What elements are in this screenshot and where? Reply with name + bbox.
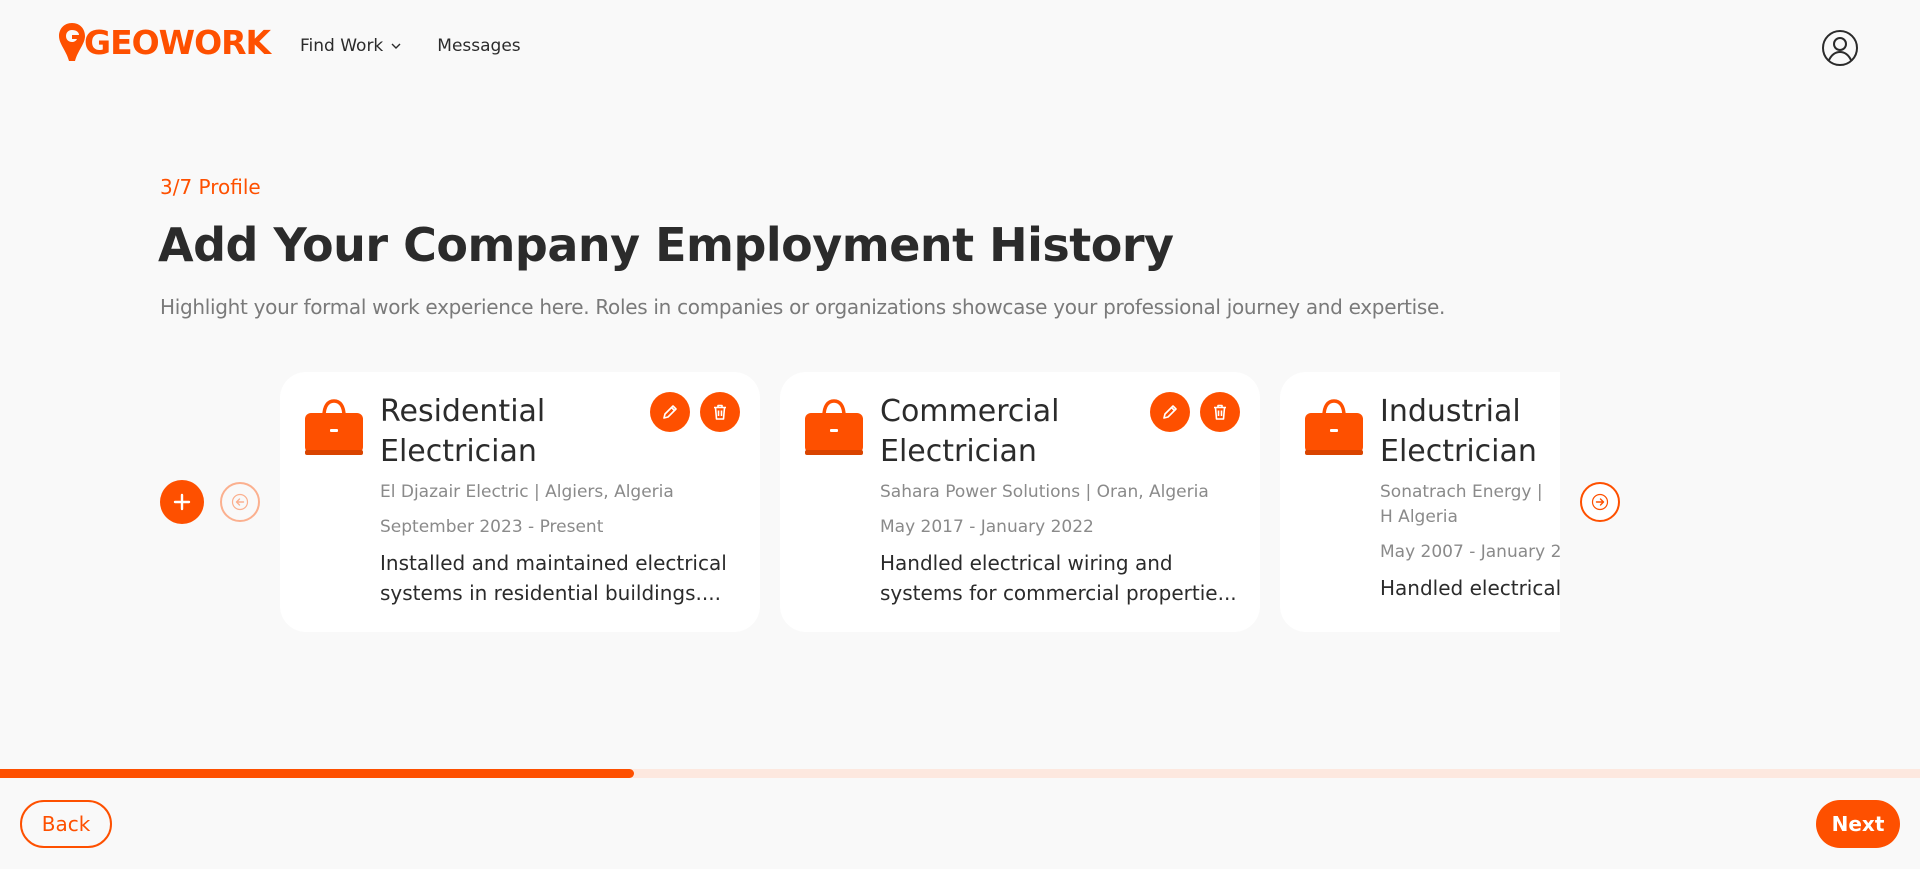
employment-card[interactable]: Residential Electrician El Djazair Elect… xyxy=(280,372,760,632)
chevron-down-icon xyxy=(391,43,401,49)
delete-button[interactable] xyxy=(1200,392,1240,432)
user-circle-icon xyxy=(1822,30,1858,66)
add-employment-button[interactable] xyxy=(160,480,204,524)
card-actions xyxy=(650,392,740,432)
card-description: Installed and maintained electrical syst… xyxy=(380,551,727,605)
page-title: Add Your Company Employment History xyxy=(158,218,1174,272)
employment-card[interactable]: Commercial Electrician Sahara Power Solu… xyxy=(780,372,1260,632)
top-header: GEOWORK Find Work Messages xyxy=(0,0,1920,94)
card-description: Handled electrical xyxy=(1380,576,1560,600)
briefcase-icon xyxy=(1305,399,1363,455)
employment-card-list: Residential Electrician El Djazair Elect… xyxy=(280,372,1560,632)
edit-button[interactable] xyxy=(1150,392,1190,432)
card-company-location: El Djazair Electric | Algiers, Algeria xyxy=(380,482,674,502)
delete-button[interactable] xyxy=(700,392,740,432)
nav-messages[interactable]: Messages xyxy=(437,36,520,56)
nav-find-work[interactable]: Find Work xyxy=(300,36,401,56)
employment-card[interactable]: Industrial Electrician Sonatrach Energy … xyxy=(1280,372,1560,632)
user-profile-button[interactable] xyxy=(1821,29,1859,67)
briefcase-icon xyxy=(305,399,363,455)
logo-text: GEOWORK xyxy=(84,22,271,62)
card-actions xyxy=(1150,392,1240,432)
page-subtitle: Highlight your formal work experience he… xyxy=(160,295,1446,319)
plus-icon xyxy=(173,493,191,511)
briefcase-icon xyxy=(805,399,863,455)
card-body: El Djazair Electric | Algiers, Algeria S… xyxy=(380,480,740,608)
next-button[interactable]: Next xyxy=(1816,800,1900,848)
card-dates: May 2017 - January 2022 xyxy=(880,517,1094,537)
carousel-prev-button[interactable] xyxy=(220,482,260,522)
progress-fill xyxy=(0,769,634,778)
back-button[interactable]: Back xyxy=(20,800,112,848)
trash-icon xyxy=(714,404,726,420)
card-company-location: Sonatrach Energy | H Algeria xyxy=(1380,482,1543,527)
card-company-location: Sahara Power Solutions | Oran, Algeria xyxy=(880,482,1209,502)
arrow-left-icon xyxy=(231,493,249,511)
main-nav: Find Work Messages xyxy=(300,36,521,56)
card-body: Sonatrach Energy | H Algeria May 2007 - … xyxy=(1380,480,1560,603)
trash-icon xyxy=(1214,404,1226,420)
profile-progress-bar xyxy=(0,769,1920,778)
location-pin-icon xyxy=(59,23,85,61)
card-dates: May 2007 - January 2 xyxy=(1380,542,1560,562)
card-dates: September 2023 - Present xyxy=(380,517,604,537)
employment-carousel[interactable]: Residential Electrician El Djazair Elect… xyxy=(280,372,1560,632)
step-indicator: 3/7 Profile xyxy=(160,175,261,199)
card-body: Sahara Power Solutions | Oran, Algeria M… xyxy=(880,480,1240,608)
nav-messages-label: Messages xyxy=(437,36,521,56)
card-title: Residential Electrician xyxy=(380,394,546,469)
card-description: Handled electrical wiring and systems fo… xyxy=(880,551,1237,605)
edit-button[interactable] xyxy=(650,392,690,432)
nav-find-work-label: Find Work xyxy=(300,36,384,56)
pencil-icon xyxy=(1163,405,1177,419)
geowork-logo[interactable]: GEOWORK xyxy=(58,22,271,62)
card-title: Industrial Electrician xyxy=(1380,394,1537,469)
carousel-next-button[interactable] xyxy=(1580,482,1620,522)
card-title: Commercial Electrician xyxy=(880,394,1060,469)
arrow-right-icon xyxy=(1591,493,1609,511)
pencil-icon xyxy=(663,405,677,419)
